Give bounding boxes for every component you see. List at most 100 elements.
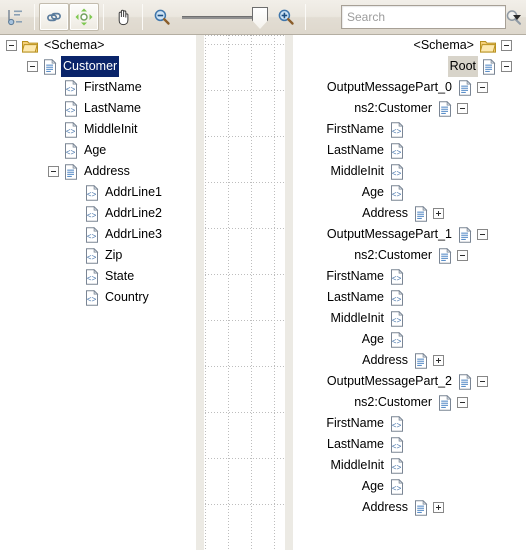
target-tree-row[interactable]: MiddleInit <> [306,455,526,476]
source-tree-row[interactable]: <> LastName [0,98,196,119]
simple-element-icon: <> [390,436,404,453]
expand-plus-icon[interactable] [433,208,444,219]
target-tree-row[interactable]: LastName <> [306,140,526,161]
target-node-label: MiddleInit [330,458,385,472]
target-tree-row[interactable]: Age <> [306,182,526,203]
show-links-button[interactable] [39,3,69,31]
target-tree-row[interactable]: ns2:Customer [306,98,526,119]
grid-horizontal-line [205,366,285,367]
target-tree-row[interactable]: MiddleInit <> [306,161,526,182]
source-schema-panel[interactable]: <Schema> Customer <> FirstName <> LastName <> M… [0,35,196,550]
target-tree-row[interactable]: OutputMessagePart_1 [306,224,526,245]
collapse-minus-icon[interactable] [477,229,488,240]
target-tree-row[interactable]: Root [306,56,526,77]
source-tree-row[interactable]: Customer [0,56,196,77]
target-node-label: FirstName [326,122,384,136]
search-input[interactable] [342,7,504,27]
source-tree-row[interactable]: <> State [0,266,196,287]
grid-horizontal-line [205,182,285,183]
zoom-in-button[interactable] [271,3,301,31]
source-tree-row[interactable]: <> Age [0,140,196,161]
target-node-label: Age [361,185,384,199]
simple-element-icon: <> [85,184,99,201]
svg-text:<>: <> [87,232,97,241]
target-schema-panel[interactable]: <Schema> Root OutputMessagePart_0 ns2:Custo… [306,35,526,550]
svg-text:<>: <> [66,148,76,157]
target-tree-row[interactable]: Age <> [306,329,526,350]
expand-plus-icon[interactable] [433,502,444,513]
simple-element-icon: <> [390,310,404,327]
collapse-minus-icon[interactable] [501,40,512,51]
collapse-minus-icon[interactable] [6,40,17,51]
svg-text:<>: <> [392,274,402,283]
collapse-minus-icon[interactable] [457,250,468,261]
svg-text:<>: <> [392,295,402,304]
target-tree-row[interactable]: Address [306,497,526,518]
target-node-label: ns2:Customer [354,101,432,115]
center-node-button[interactable] [69,3,99,31]
grid-horizontal-line [205,412,285,413]
pan-tool-button[interactable] [108,3,138,31]
target-tree-row[interactable]: Address [306,350,526,371]
source-tree-row[interactable]: <> FirstName [0,77,196,98]
target-tree-row[interactable]: LastName <> [306,287,526,308]
collapse-minus-icon[interactable] [457,397,468,408]
target-tree-row[interactable]: Age <> [306,476,526,497]
source-tree-row[interactable]: <Schema> [0,35,196,56]
source-node-label: Address [84,164,130,178]
simple-element-icon: <> [64,142,78,159]
target-tree-row[interactable]: ns2:Customer [306,245,526,266]
target-node-label: Address [362,206,408,220]
source-tree-row[interactable]: Address [0,161,196,182]
collapse-minus-icon[interactable] [477,376,488,387]
expand-plus-icon[interactable] [433,355,444,366]
zoom-slider[interactable] [180,7,268,29]
target-node-label: LastName [327,143,384,157]
target-tree-row[interactable]: FirstName <> [306,413,526,434]
mapping-canvas-grid[interactable] [205,35,285,550]
complex-element-icon [458,79,472,96]
svg-text:<>: <> [392,484,402,493]
source-tree-row[interactable]: <> Zip [0,245,196,266]
grid-horizontal-line [205,136,285,137]
source-tree-row[interactable]: <> MiddleInit [0,119,196,140]
target-schema-tree[interactable]: <Schema> Root OutputMessagePart_0 ns2:Custo… [306,35,526,518]
zoom-slider-thumb[interactable] [252,7,268,29]
svg-text:<>: <> [392,316,402,325]
source-tree-row[interactable]: <> Country [0,287,196,308]
svg-text:<>: <> [392,148,402,157]
target-tree-row[interactable]: Address [306,203,526,224]
target-tree-row[interactable]: ns2:Customer [306,392,526,413]
target-tree-row[interactable]: <Schema> [306,35,526,56]
grid-horizontal-line [205,274,285,275]
toolbar-separator-2 [103,4,104,30]
target-tree-row[interactable]: FirstName <> [306,119,526,140]
toolbar-overflow-button[interactable] [508,2,526,32]
collapse-minus-icon[interactable] [457,103,468,114]
source-tree-row[interactable]: <> AddrLine1 [0,182,196,203]
target-tree-row[interactable]: MiddleInit <> [306,308,526,329]
zoom-out-icon [153,8,171,26]
simple-element-icon: <> [390,268,404,285]
collapse-minus-icon[interactable] [501,61,512,72]
collapse-minus-icon[interactable] [477,82,488,93]
target-tree-row[interactable]: LastName <> [306,434,526,455]
collapse-minus-icon[interactable] [48,166,59,177]
target-tree-row[interactable]: OutputMessagePart_0 [306,77,526,98]
simple-element-icon: <> [64,79,78,96]
source-tree-row[interactable]: <> AddrLine2 [0,203,196,224]
collapse-minus-icon[interactable] [27,61,38,72]
mapping-canvas-panel[interactable] [196,35,306,550]
search-box[interactable] [341,5,522,29]
source-schema-tree[interactable]: <Schema> Customer <> FirstName <> LastName <> M… [0,35,196,308]
svg-text:<>: <> [87,190,97,199]
target-tree-row[interactable]: FirstName <> [306,266,526,287]
chevron-down-icon [513,14,521,20]
complex-element-icon [414,499,428,516]
source-tree-row[interactable]: <> AddrLine3 [0,224,196,245]
auto-layout-button[interactable] [0,3,30,31]
source-node-label: MiddleInit [84,122,138,136]
zoom-out-button[interactable] [147,3,177,31]
target-tree-row[interactable]: OutputMessagePart_2 [306,371,526,392]
target-node-label: FirstName [326,269,384,283]
